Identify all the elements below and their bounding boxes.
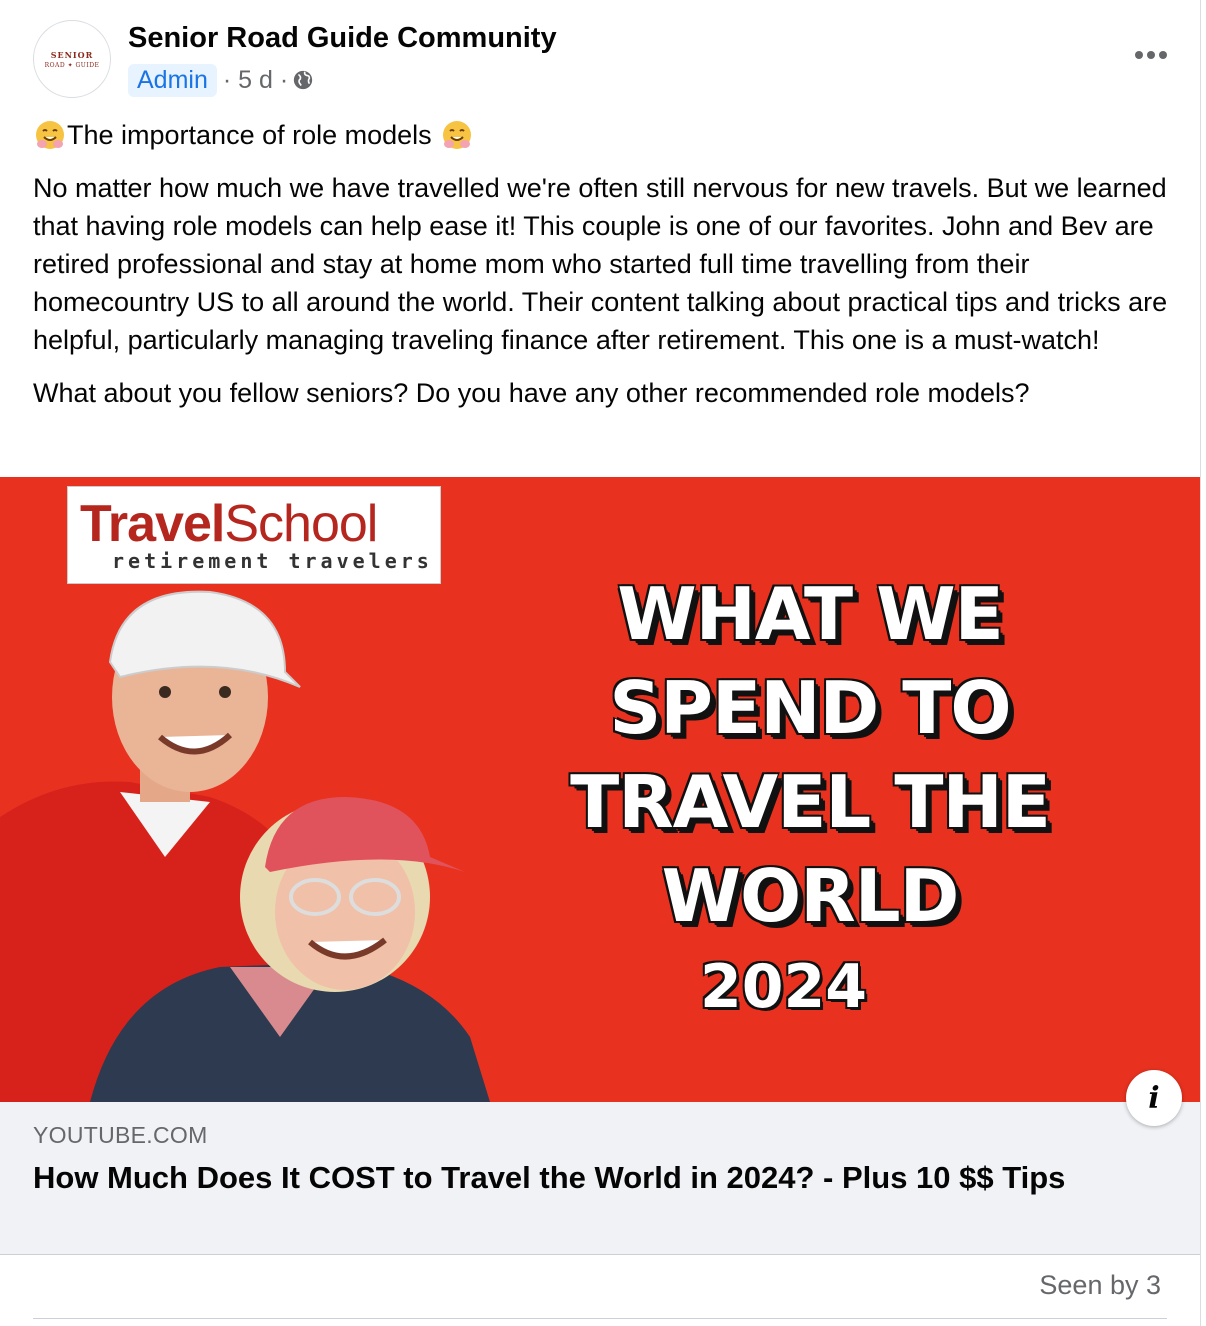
info-button[interactable]: i	[1126, 1070, 1182, 1126]
admin-badge[interactable]: Admin	[128, 63, 217, 97]
post-body: The importance of role models No matter …	[33, 116, 1183, 427]
link-title[interactable]: How Much Does It COST to Travel the Worl…	[33, 1158, 1113, 1198]
logo-school: School	[224, 495, 378, 553]
seen-by-count[interactable]: Seen by 3	[1039, 1270, 1161, 1301]
channel-logo-text: TravelSchool	[80, 495, 378, 553]
page-name-link[interactable]: Senior Road Guide Community	[128, 22, 557, 55]
more-horizontal-icon	[1135, 51, 1167, 59]
headline-line: WORLD	[661, 854, 960, 938]
avatar-text-top: SENIOR	[50, 49, 94, 60]
globe-icon	[294, 70, 313, 90]
headline-line: SPEND TO	[609, 666, 1011, 750]
logo-travel: Travel	[80, 495, 225, 553]
post-card: SENIOR ROAD ✦ GUIDE Senior Road Guide Co…	[0, 0, 1201, 1326]
post-header: SENIOR ROAD ✦ GUIDE Senior Road Guide Co…	[33, 20, 1183, 100]
post-title: The importance of role models	[67, 120, 432, 150]
headline-line: WHAT WE	[617, 572, 1004, 656]
link-domain: YOUTUBE.COM	[33, 1122, 208, 1148]
post-title-line: The importance of role models	[33, 116, 1183, 154]
couple-photo	[0, 590, 490, 1102]
link-preview[interactable]: i YOUTUBE.COM How Much Does It COST to T…	[0, 1070, 1200, 1255]
avatar-text-bottom: ROAD ✦ GUIDE	[44, 61, 100, 69]
hugging-face-emoji-icon	[442, 121, 471, 149]
thumbnail-headline: WHAT WE SPEND TO TRAVEL THE WORLD	[520, 567, 1100, 943]
post-meta: Admin · 5 d ·	[128, 62, 314, 98]
hugging-face-emoji-icon	[36, 121, 64, 149]
headline-line: TRAVEL THE	[570, 760, 1051, 844]
more-options-button[interactable]	[1129, 40, 1173, 70]
post-paragraph: No matter how much we have travelled we'…	[33, 173, 1168, 355]
post-paragraph: What about you fellow seniors? Do you ha…	[33, 378, 1030, 408]
avatar[interactable]: SENIOR ROAD ✦ GUIDE	[33, 20, 111, 98]
divider	[33, 1318, 1167, 1319]
link-thumbnail[interactable]: TravelSchool retirement travelers WHAT W…	[0, 477, 1200, 1102]
thumbnail-year: 2024	[700, 952, 867, 1022]
post-timestamp[interactable]: · 5 d ·	[223, 66, 288, 95]
